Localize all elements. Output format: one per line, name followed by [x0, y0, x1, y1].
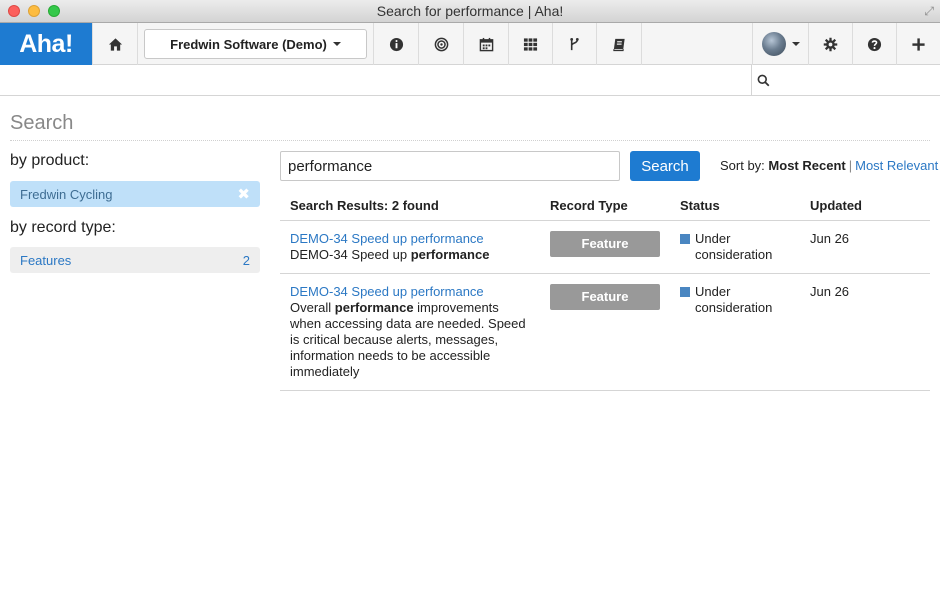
updated-cell: Jun 26	[800, 273, 930, 391]
status-text: Under consideration	[695, 230, 773, 262]
branch-icon	[570, 37, 579, 50]
help-button[interactable]	[852, 23, 896, 65]
aha-logo[interactable]: Aha!	[0, 23, 92, 65]
results-count-header: Search Results: 2 found	[280, 192, 540, 221]
column-header-record-type: Record Type	[540, 192, 670, 221]
target-icon	[434, 37, 448, 51]
top-nav: Aha! Fredwin Software (Demo)	[0, 23, 940, 65]
info-icon	[389, 37, 403, 51]
sort-most-recent[interactable]: Most Recent	[768, 158, 845, 173]
search-results-table: Search Results: 2 found Record Type Stat…	[280, 192, 930, 391]
status-cell: Under consideration	[670, 220, 800, 274]
by-product-heading: by product:	[10, 152, 90, 169]
strategy-button[interactable]	[374, 23, 419, 65]
global-search-box[interactable]	[751, 65, 940, 96]
goals-button[interactable]	[419, 23, 464, 65]
result-snippet: Overall performance improvements when ac…	[290, 299, 526, 379]
by-record-type-heading: by record type:	[10, 219, 116, 236]
book-icon	[612, 38, 625, 51]
record-type-count: 2	[242, 252, 250, 268]
search-icon	[757, 74, 770, 87]
maximize-window-button[interactable]	[48, 5, 60, 17]
page-title-divider	[10, 140, 930, 141]
chevron-down-icon	[332, 42, 341, 46]
settings-button[interactable]	[808, 23, 852, 65]
global-search-strip	[0, 65, 940, 96]
product-selector[interactable]: Fredwin Software (Demo)	[144, 29, 367, 59]
nav-right-group	[752, 23, 940, 65]
home-button[interactable]	[92, 23, 138, 65]
search-button[interactable]: Search	[630, 151, 700, 181]
user-menu-button[interactable]	[752, 23, 808, 65]
record-type-badge: Feature	[550, 283, 660, 310]
result-summary-cell: DEMO-34 Speed up performance DEMO-34 Spe…	[280, 220, 540, 274]
status-badge: Under consideration	[680, 284, 790, 316]
releases-button[interactable]	[464, 23, 509, 65]
product-selector-cell: Fredwin Software (Demo)	[138, 23, 374, 65]
product-filter-chip[interactable]: Fredwin Cycling ✖	[10, 181, 260, 207]
minimize-window-button[interactable]	[28, 5, 40, 17]
gear-icon	[823, 37, 838, 51]
remove-filter-icon[interactable]: ✖	[237, 185, 250, 203]
record-type-filter-features[interactable]: Features 2	[10, 247, 260, 273]
plus-icon	[912, 37, 925, 51]
grid-icon	[523, 37, 538, 51]
status-cell: Under consideration	[670, 273, 800, 391]
add-button[interactable]	[896, 23, 940, 65]
sort-separator: |	[848, 158, 853, 173]
traffic-lights	[8, 5, 60, 17]
product-filter-label: Fredwin Cycling	[20, 186, 113, 202]
updated-cell: Jun 26	[800, 220, 930, 274]
product-selector-label: Fredwin Software (Demo)	[170, 36, 327, 52]
result-snippet: DEMO-34 Speed up performance	[290, 246, 490, 262]
calendar-icon	[479, 37, 493, 51]
close-window-button[interactable]	[8, 5, 20, 17]
roadmaps-button[interactable]	[553, 23, 597, 65]
chevron-down-icon	[791, 42, 800, 46]
result-link[interactable]: DEMO-34 Speed up performance	[290, 231, 530, 247]
avatar	[761, 32, 786, 56]
search-input[interactable]	[280, 151, 620, 181]
record-type-label: Features	[20, 252, 72, 268]
record-type-cell: Feature	[540, 220, 670, 274]
record-type-cell: Feature	[540, 273, 670, 391]
features-button[interactable]	[509, 23, 553, 65]
results-header-row: Search Results: 2 found Record Type Stat…	[280, 192, 930, 221]
record-type-badge: Feature	[550, 230, 660, 257]
result-link[interactable]: DEMO-34 Speed up performance	[290, 284, 530, 300]
column-header-status: Status	[670, 192, 800, 221]
window-title: Search for performance | Aha!	[376, 3, 564, 19]
status-text: Under consideration	[695, 283, 773, 315]
status-color-swatch	[680, 286, 690, 297]
table-row: DEMO-34 Speed up performance DEMO-34 Spe…	[280, 220, 930, 274]
page-title: Search	[10, 112, 74, 134]
home-icon	[108, 37, 122, 51]
status-badge: Under consideration	[680, 231, 790, 263]
window-titlebar: Search for performance | Aha! ⤢	[0, 0, 940, 23]
result-summary-cell: DEMO-34 Speed up performance Overall per…	[280, 273, 540, 391]
sort-by-label: Sort by:	[720, 158, 765, 173]
notebooks-button[interactable]	[597, 23, 642, 65]
column-header-updated: Updated	[800, 192, 930, 221]
sort-most-relevant[interactable]: Most Relevant	[855, 158, 938, 173]
status-color-swatch	[680, 233, 690, 244]
fullscreen-icon[interactable]: ⤢	[924, 4, 934, 19]
help-icon	[867, 37, 882, 51]
sort-by-control: Sort by: Most Recent | Most Relevant	[720, 158, 938, 173]
table-row: DEMO-34 Speed up performance Overall per…	[280, 273, 930, 391]
